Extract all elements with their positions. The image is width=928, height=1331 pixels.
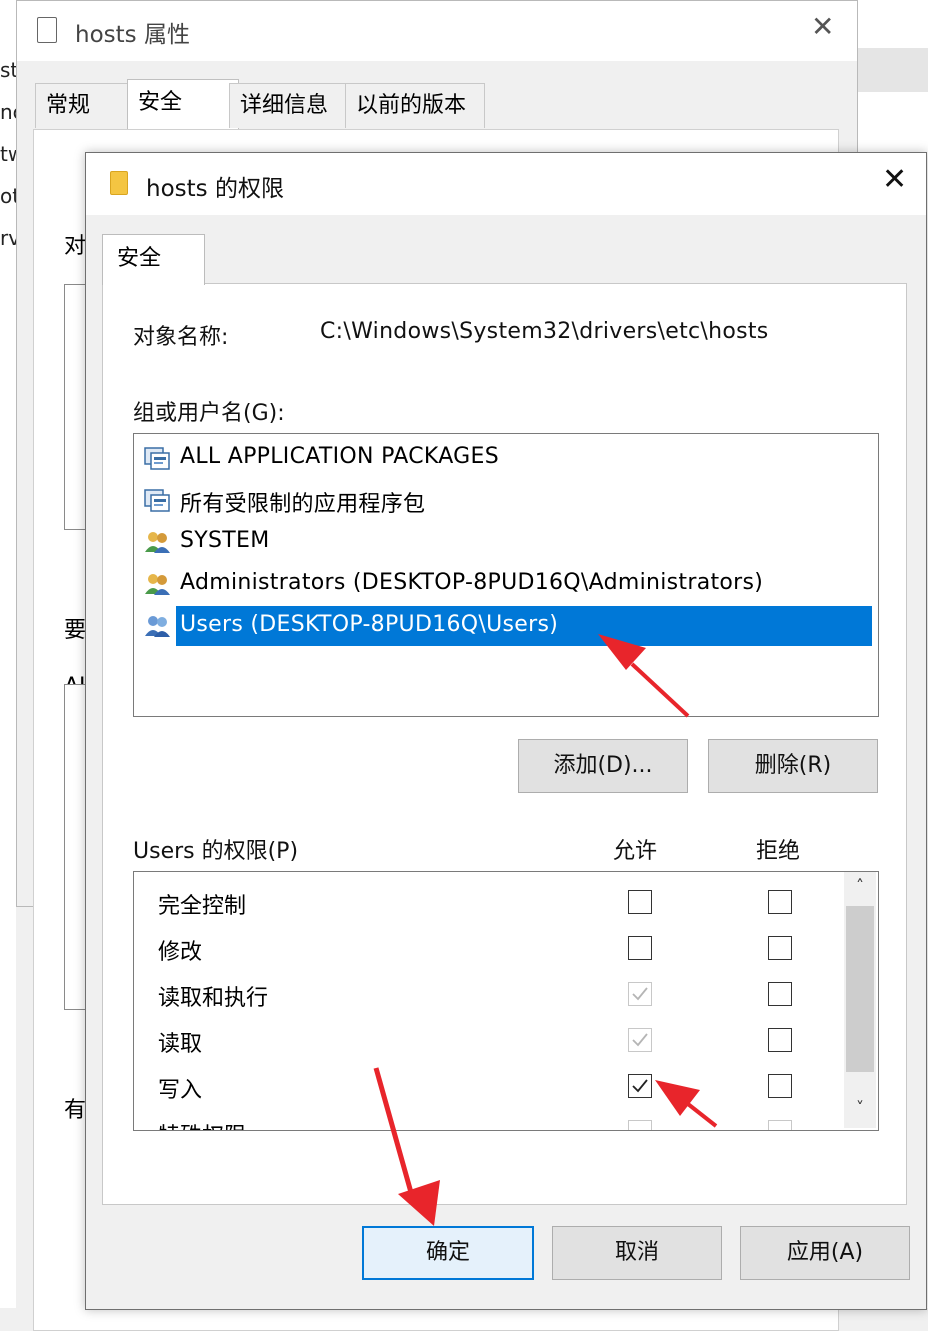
apply-button[interactable]: 应用(A) [740, 1226, 910, 1280]
add-button[interactable]: 添加(D)... [518, 739, 688, 793]
cancel-button[interactable]: 取消 [552, 1226, 722, 1280]
check-icon [632, 1033, 648, 1047]
list-item[interactable]: SYSTEM [134, 522, 874, 562]
tab-previous-versions[interactable]: 以前的版本 [345, 83, 485, 128]
dialog-title: hosts 的权限 [146, 176, 284, 202]
group-name: ALL APPLICATION PACKAGES [180, 444, 499, 469]
remove-button[interactable]: 删除(R) [708, 739, 878, 793]
deny-checkbox[interactable] [768, 1074, 792, 1098]
outer-fragment: 要 [64, 618, 87, 643]
outer-window-title: hosts 属性 [75, 22, 190, 48]
permissions-label: Users 的权限(P) [133, 839, 299, 864]
scroll-up-icon[interactable]: ˄ [844, 876, 876, 902]
outer-fragment: 有 [64, 1098, 87, 1123]
check-icon [632, 1079, 648, 1093]
group-name: Users (DESKTOP-8PUD16Q\Users) [180, 612, 559, 637]
tab-security[interactable]: 安全 [127, 79, 239, 130]
deny-checkbox[interactable] [768, 936, 792, 960]
check-icon [632, 987, 648, 1001]
permission-row: 读取 [134, 1016, 846, 1062]
dialog-close-icon[interactable]: ✕ [882, 165, 907, 195]
folder-icon [110, 171, 128, 195]
document-icon [37, 17, 57, 43]
group-name: SYSTEM [180, 528, 270, 553]
permission-name: 特殊权限 [158, 1118, 246, 1130]
object-name-label: 对象名称: [133, 325, 229, 350]
users-group-icon [144, 572, 170, 596]
tab-general[interactable]: 常规 [35, 83, 129, 128]
deny-checkbox-disabled [768, 1120, 792, 1130]
permission-row: 读取和执行 [134, 970, 846, 1016]
list-item[interactable]: Administrators (DESKTOP-8PUD16Q\Administ… [134, 564, 874, 604]
permission-name: 读取 [158, 1032, 203, 1057]
hosts-permissions-dialog: hosts 的权限 ✕ 安全 对象名称: C:\Windows\System32… [85, 152, 927, 1310]
allow-checkbox[interactable] [628, 936, 652, 960]
group-name: Administrators (DESKTOP-8PUD16Q\Administ… [180, 570, 764, 595]
users-group-icon [144, 530, 170, 554]
tab-details[interactable]: 详细信息 [229, 83, 347, 128]
permission-row: 完全控制 [134, 878, 846, 924]
deny-header: 拒绝 [756, 839, 801, 864]
background-explorer-pane: st nc tw ot rv [0, 0, 24, 1308]
outer-close-icon[interactable]: ✕ [811, 13, 834, 41]
users-group-icon [144, 614, 170, 638]
package-group-icon [144, 488, 170, 512]
outer-title-bar: hosts 属性 ✕ [17, 1, 857, 61]
permissions-list[interactable]: 完全控制 修改 读取和执行 读取 写入 ˄ ˅ [133, 871, 879, 1131]
tab-security[interactable]: 安全 [102, 234, 205, 285]
package-group-icon [144, 446, 170, 470]
allow-header: 允许 [613, 839, 658, 864]
list-item[interactable]: ALL APPLICATION PACKAGES [134, 438, 874, 478]
permission-row: 特殊权限 [134, 1108, 846, 1130]
permission-row: 写入 [134, 1062, 846, 1108]
groups-list[interactable]: ALL APPLICATION PACKAGES 所有受限制的应用程序包 SYS… [133, 433, 879, 717]
allow-checkbox-checked[interactable] [628, 1074, 652, 1098]
allow-checkbox-disabled [628, 1120, 652, 1130]
allow-checkbox-disabled-checked [628, 1028, 652, 1052]
deny-checkbox[interactable] [768, 982, 792, 1006]
ok-button[interactable]: 确定 [362, 1226, 534, 1280]
list-item[interactable]: 所有受限制的应用程序包 [134, 480, 874, 520]
permission-name: 读取和执行 [158, 986, 269, 1011]
permission-name: 写入 [158, 1078, 203, 1103]
object-name-value: C:\Windows\System32\drivers\etc\hosts [320, 319, 769, 344]
allow-checkbox[interactable] [628, 890, 652, 914]
scroll-down-icon[interactable]: ˅ [844, 1098, 876, 1124]
groups-label: 组或用户名(G): [133, 401, 285, 426]
permission-row: 修改 [134, 924, 846, 970]
list-item-selected[interactable]: Users (DESKTOP-8PUD16Q\Users) [134, 606, 874, 646]
group-name: 所有受限制的应用程序包 [180, 492, 426, 517]
permissions-scrollbar[interactable]: ˄ ˅ [844, 872, 876, 1128]
deny-checkbox[interactable] [768, 1028, 792, 1052]
permission-name: 完全控制 [158, 894, 247, 919]
outer-fragment: 对 [64, 234, 87, 259]
permission-name: 修改 [158, 940, 203, 965]
deny-checkbox[interactable] [768, 890, 792, 914]
dialog-title-bar: hosts 的权限 ✕ [86, 153, 926, 215]
background-selected-row [855, 48, 928, 92]
scroll-thumb[interactable] [846, 906, 874, 1072]
allow-checkbox-disabled-checked [628, 982, 652, 1006]
